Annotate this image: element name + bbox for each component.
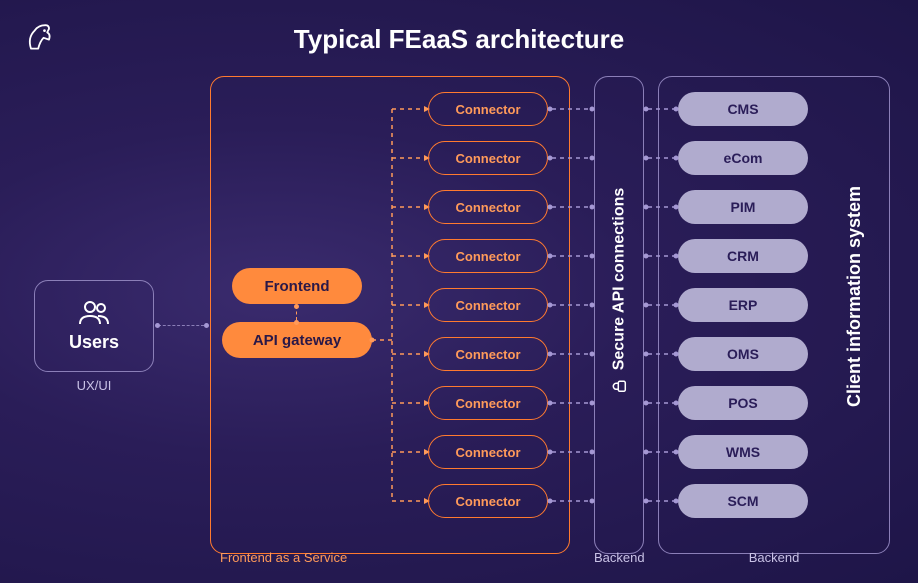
api-gateway-pill: API gateway — [222, 322, 372, 358]
system-pill-pim: PIM — [678, 190, 808, 224]
connection-dot — [155, 323, 160, 328]
client-system-label: Client information system — [845, 185, 866, 406]
system-pill-ecom: eCom — [678, 141, 808, 175]
connector-pill: Connector — [428, 288, 548, 322]
connector-pill: Connector — [428, 141, 548, 175]
connection-dot — [204, 323, 209, 328]
connector-pill: Connector — [428, 239, 548, 273]
users-box: Users — [34, 280, 154, 372]
backend1-box-label: Backend — [594, 550, 644, 565]
system-pill-oms: OMS — [678, 337, 808, 371]
system-pill-erp: ERP — [678, 288, 808, 322]
system-pill-cms: CMS — [678, 92, 808, 126]
connector-pill: Connector — [428, 337, 548, 371]
connector-pill: Connector — [428, 435, 548, 469]
diagram-title: Typical FEaaS architecture — [0, 24, 918, 55]
system-pill-scm: SCM — [678, 484, 808, 518]
frontend-pill: Frontend — [232, 268, 362, 304]
connector-pill: Connector — [428, 190, 548, 224]
system-pill-pos: POS — [678, 386, 808, 420]
backend2-box-label: Backend — [658, 550, 890, 565]
users-sublabel: UX/UI — [34, 378, 154, 393]
connection-line — [158, 325, 204, 326]
systems-column: CMS eCom PIM CRM ERP OMS POS WMS SCM — [678, 92, 808, 518]
feaas-box-label: Frontend as a Service — [220, 550, 347, 565]
users-icon — [78, 300, 110, 326]
client-system-label-container: Client information system — [830, 76, 880, 516]
right-connections — [548, 80, 678, 540]
connector-pill: Connector — [428, 386, 548, 420]
users-label: Users — [69, 332, 119, 353]
connectors-column: Connector Connector Connector Connector … — [428, 92, 548, 518]
system-pill-crm: CRM — [678, 239, 808, 273]
system-pill-wms: WMS — [678, 435, 808, 469]
connector-pill: Connector — [428, 484, 548, 518]
connection-dot — [294, 304, 299, 309]
connector-pill: Connector — [428, 92, 548, 126]
connection-dot — [294, 320, 299, 325]
gateway-connector-tree — [372, 80, 428, 540]
